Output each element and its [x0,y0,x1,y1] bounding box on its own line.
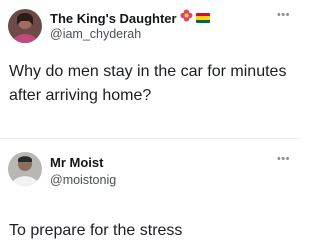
author-row: The King's Daughter [50,9,210,27]
display-name[interactable]: Mr Moist [50,155,103,170]
tweet-text: Why do men stay in the car for minutes a… [9,63,287,104]
tweet-reply: Mr Moist @moistonig ••• To prepare for t… [0,140,300,250]
author-row: Mr Moist [50,155,103,170]
user-handle[interactable]: @iam_chyderah [50,27,141,41]
divider [0,138,300,139]
display-name[interactable]: The King's Daughter [50,11,177,26]
more-icon[interactable]: ••• [277,153,290,165]
tweet-text: To prepare for the stress [9,222,183,239]
avatar[interactable] [8,9,42,43]
avatar[interactable] [8,152,42,186]
more-icon[interactable]: ••• [277,9,290,21]
flower-emoji-icon [180,9,193,27]
user-handle[interactable]: @moistonig [50,173,116,187]
tweet-original: The King's Daughter @iam_chyderah ••• Wh… [0,0,300,140]
ghana-flag-icon [195,13,210,23]
